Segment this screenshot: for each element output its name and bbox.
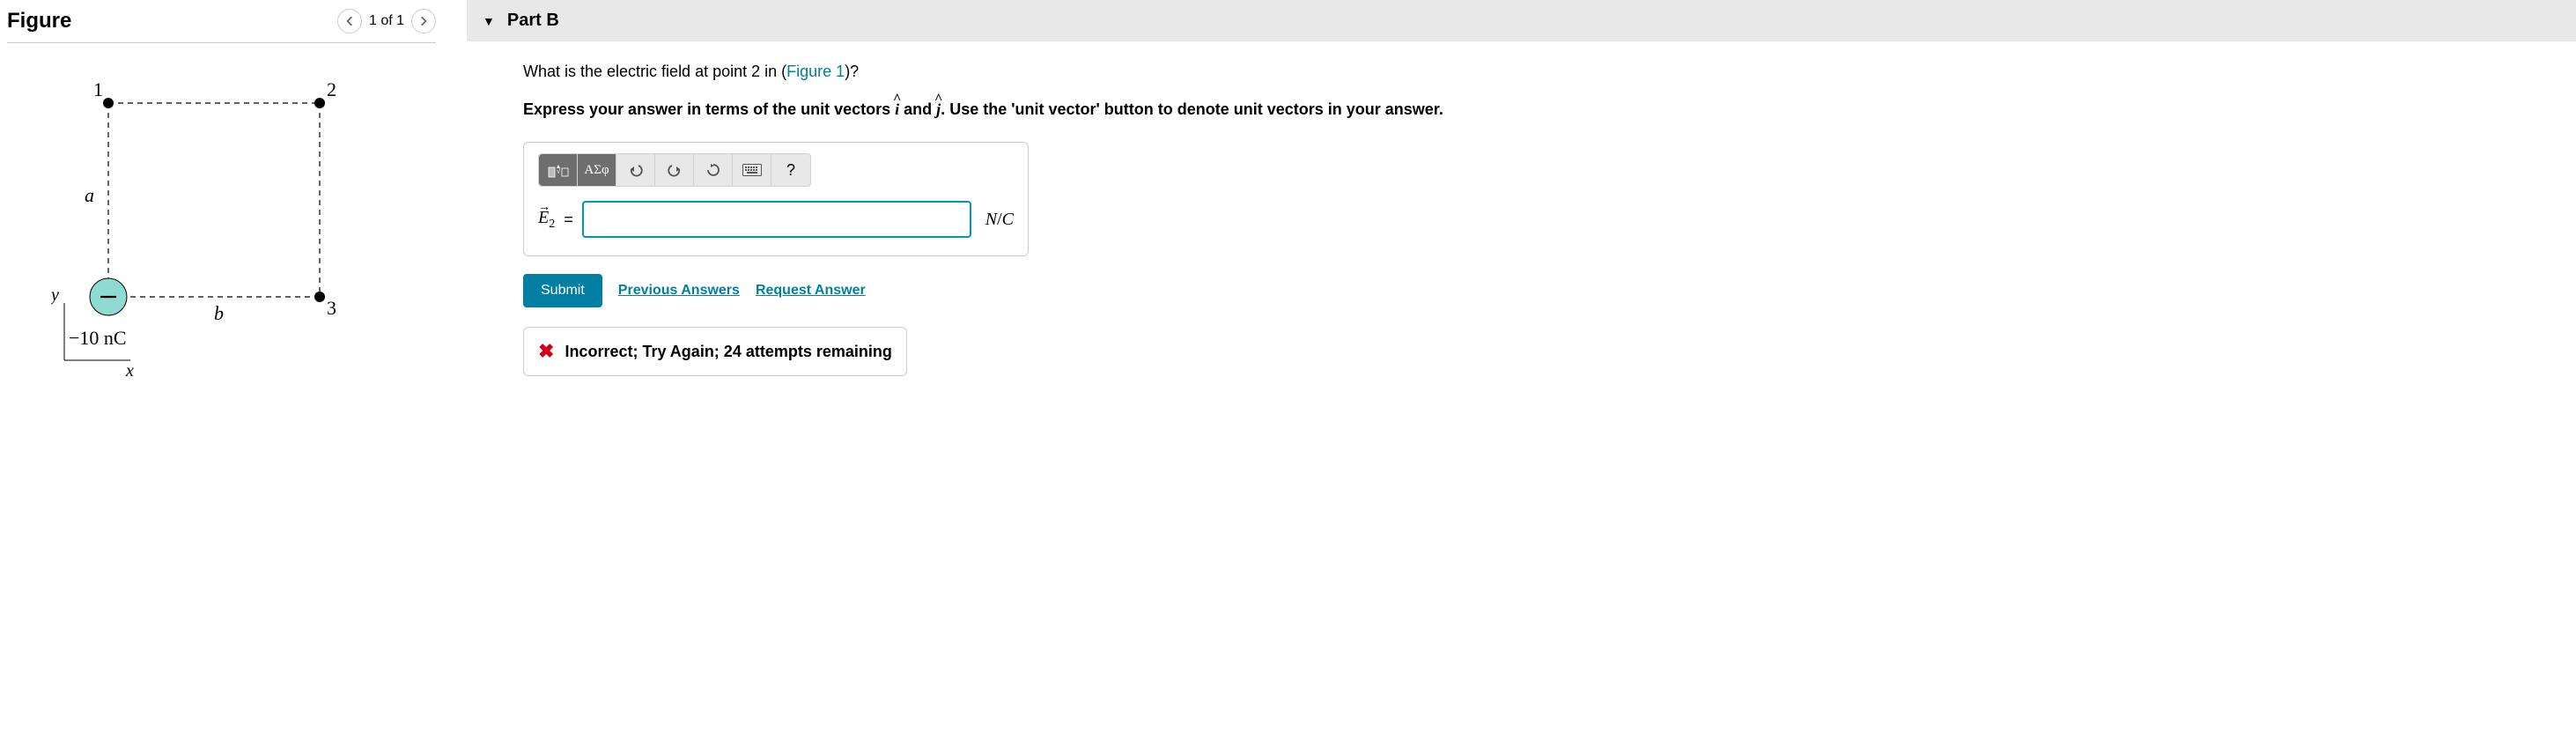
- figure-header: Figure 1 of 1: [7, 9, 436, 43]
- redo-icon: [667, 162, 683, 178]
- question-body: What is the electric field at point 2 in…: [467, 63, 2576, 376]
- undo-icon: [628, 162, 644, 178]
- figure-panel: Figure 1 of 1 y x 1 2 3 a: [0, 0, 449, 754]
- label-a: a: [85, 184, 94, 206]
- axis-x-label: x: [125, 361, 134, 381]
- equation-toolbar: √ ΑΣφ: [538, 153, 811, 187]
- unit-vector-i: i: [895, 99, 899, 121]
- request-answer-link[interactable]: Request Answer: [756, 283, 866, 299]
- figure-next-button[interactable]: [411, 9, 436, 33]
- undo-button[interactable]: [616, 154, 655, 186]
- reset-button[interactable]: [694, 154, 733, 186]
- figure-link[interactable]: Figure 1: [786, 63, 845, 80]
- variable-subscript: 2: [549, 218, 555, 231]
- chevron-right-icon: [418, 16, 429, 26]
- axis-y-label: y: [51, 285, 59, 305]
- instr-post: . Use the 'unit vector' button to denote…: [941, 100, 1443, 118]
- previous-answers-link[interactable]: Previous Answers: [618, 283, 740, 299]
- label-b: b: [214, 302, 224, 324]
- answer-box: √ ΑΣφ: [523, 142, 1029, 256]
- help-button[interactable]: ?: [771, 154, 810, 186]
- figure-title: Figure: [7, 9, 71, 33]
- feedback-box: ✖ Incorrect; Try Again; 24 attempts rema…: [523, 327, 907, 376]
- svg-text:√: √: [557, 167, 561, 175]
- instr-mid: and: [899, 100, 936, 118]
- point-1-label: 1: [93, 78, 103, 100]
- template-icon: √: [548, 161, 569, 179]
- collapse-icon: ▼: [483, 14, 495, 28]
- prompt-text-pre: What is the electric field at point 2 in…: [523, 63, 786, 80]
- input-row: E2 = N/C: [538, 201, 1014, 238]
- reset-icon: [705, 162, 721, 178]
- greek-button[interactable]: ΑΣφ: [578, 154, 616, 186]
- question-prompt: What is the electric field at point 2 in…: [523, 63, 2576, 81]
- submit-button[interactable]: Submit: [523, 274, 602, 307]
- point-2-label: 2: [327, 78, 336, 100]
- feedback-text: Incorrect; Try Again; 24 attempts remain…: [565, 343, 891, 361]
- redo-button[interactable]: [655, 154, 694, 186]
- chevron-left-icon: [344, 16, 355, 26]
- action-row: Submit Previous Answers Request Answer: [523, 274, 2576, 307]
- keyboard-button[interactable]: [733, 154, 771, 186]
- instruction-text: Express your answer in terms of the unit…: [523, 99, 1538, 121]
- templates-button[interactable]: √: [539, 154, 578, 186]
- unit-vector-j: j: [936, 99, 941, 121]
- unit-label: N/C: [985, 210, 1014, 230]
- part-title: Part B: [507, 11, 559, 31]
- instr-pre: Express your answer in terms of the unit…: [523, 100, 895, 118]
- question-panel: ▼ Part B What is the electric field at p…: [449, 0, 2576, 754]
- charge-label: −10 nC: [69, 327, 127, 349]
- figure-page-indicator: 1 of 1: [369, 13, 404, 29]
- answer-input[interactable]: [582, 201, 971, 238]
- variable-symbol: E: [538, 208, 549, 227]
- figure-nav: 1 of 1: [337, 9, 436, 33]
- figure-diagram: y x 1 2 3 a b −10 nC: [7, 61, 436, 400]
- variable-label: E2: [538, 208, 555, 232]
- equals-sign: =: [564, 211, 573, 229]
- prompt-text-post: )?: [845, 63, 859, 80]
- incorrect-icon: ✖: [538, 340, 554, 363]
- keyboard-icon: [742, 164, 762, 176]
- part-header[interactable]: ▼ Part B: [467, 0, 2576, 41]
- point-3-label: 3: [327, 297, 336, 319]
- figure-prev-button[interactable]: [337, 9, 362, 33]
